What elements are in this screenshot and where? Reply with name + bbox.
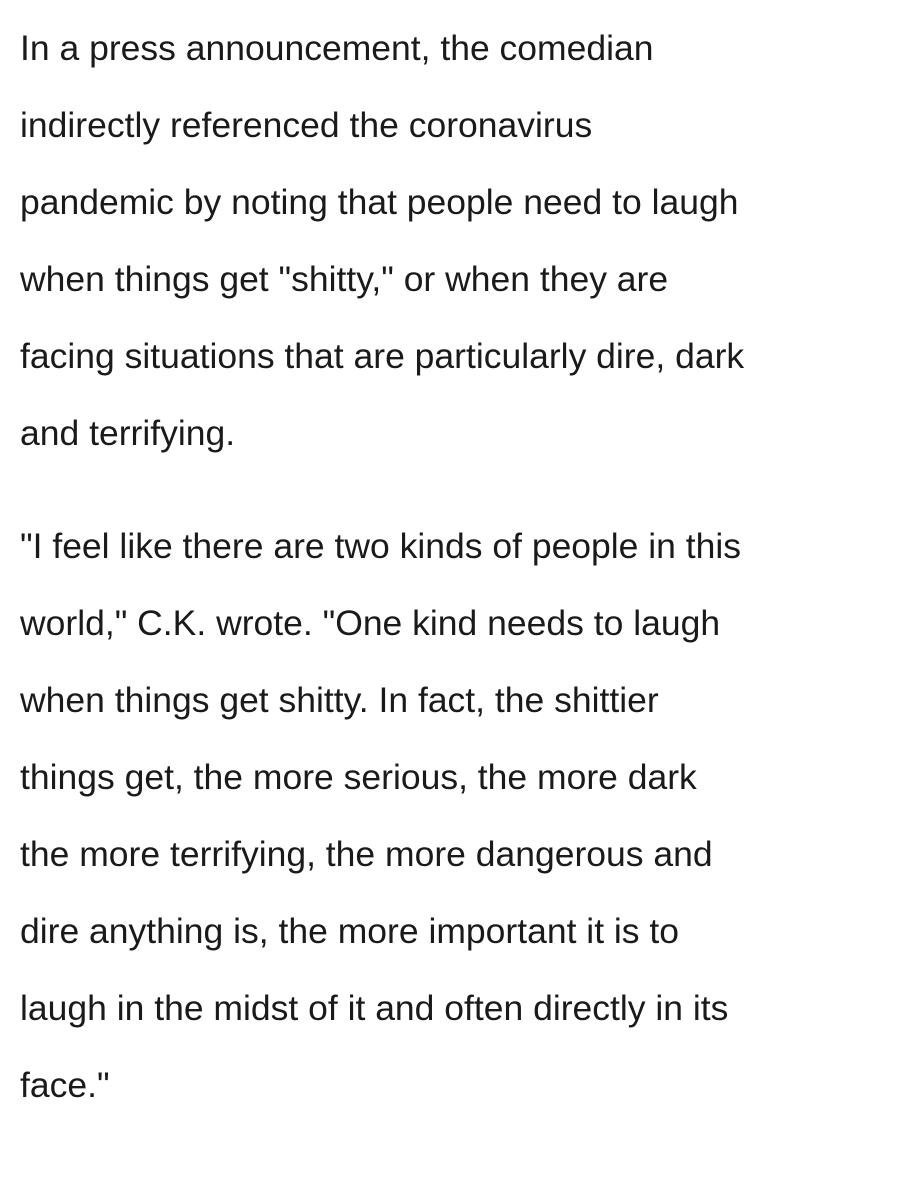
- article-paragraph: In a press announcement, the comedian in…: [20, 28, 745, 453]
- article-body: In a press announcement, the comedian in…: [20, 10, 890, 1124]
- article-paragraph: "I feel like there are two kinds of peop…: [20, 526, 742, 1105]
